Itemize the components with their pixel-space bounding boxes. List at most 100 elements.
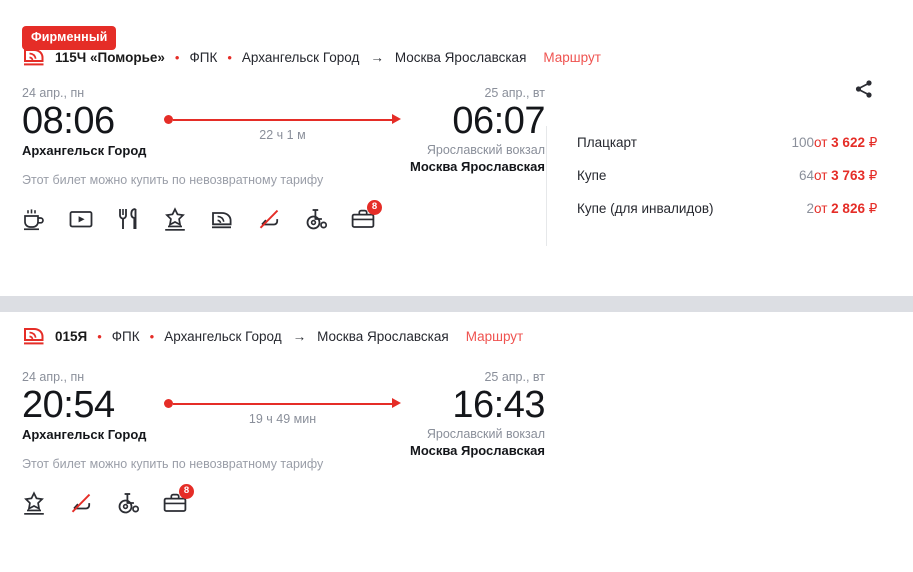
bedding-icon <box>165 206 185 231</box>
price-prefix: от <box>814 167 828 183</box>
currency-symbol: ₽ <box>868 134 878 150</box>
separator-dot: • <box>174 49 180 65</box>
schedule-block: 24 апр., пн 20:54 19 ч 49 мин 25 апр., в… <box>0 342 546 458</box>
price-prefix: от <box>814 134 828 150</box>
amenity-tea[interactable] <box>20 205 48 233</box>
route-line-segment <box>173 118 393 121</box>
price-amount: 3 763 <box>831 167 865 183</box>
video-icon <box>69 210 93 227</box>
currency-symbol: ₽ <box>868 167 878 183</box>
price-value[interactable]: от 2 826 ₽ <box>814 201 913 217</box>
schedule-block: 24 апр., пн 08:06 22 ч 1 м 25 апр., вт 0… <box>0 72 546 174</box>
trip-duration: 19 ч 49 мин <box>248 412 317 426</box>
amenity-video[interactable] <box>67 205 95 233</box>
amenity-luggage[interactable]: 8 <box>349 199 382 233</box>
route-arrowhead-icon <box>392 114 401 124</box>
arrival-station-name: Москва Ярославская <box>410 443 545 459</box>
origin-dot-icon <box>164 115 173 124</box>
amenity-bedding[interactable] <box>161 205 189 233</box>
arrival-station-name: Москва Ярославская <box>410 159 545 175</box>
price-row[interactable]: Купе (для инвалидов) 2 от 2 826 ₽ <box>577 192 913 225</box>
arrival-station-sub: Ярославский вокзал <box>426 426 545 441</box>
arrival-station-block: Ярославский вокзал Москва Ярославская <box>405 426 545 460</box>
train-header: 115Ч «Поморье» • ФПК • Архангельск Город… <box>0 42 913 72</box>
departure-date: 24 апр., пн <box>22 370 85 384</box>
schedule-grid: 24 апр., пн 08:06 22 ч 1 м 25 апр., вт 0… <box>22 86 546 176</box>
train-icon <box>212 211 232 228</box>
amenity-wheelchair[interactable] <box>114 489 142 517</box>
route-arrowhead-icon <box>392 398 401 408</box>
train-logo-icon <box>24 49 44 66</box>
amenity-wheelchair[interactable] <box>302 205 330 233</box>
train-carrier: ФПК <box>189 49 218 65</box>
train-header: 015Я • ФПК • Архангельск Город → Москва … <box>0 312 913 345</box>
route-line-column: 19 ч 49 мин <box>160 370 405 426</box>
card-separator <box>0 296 913 312</box>
train-result-card[interactable]: Фирменный 115Ч «Поморье» • ФПК • Арханге… <box>0 0 913 296</box>
seats-count: 2 <box>806 201 814 216</box>
search-results-page: Фирменный 115Ч «Поморье» • ФПК • Арханге… <box>0 0 913 572</box>
share-button[interactable] <box>853 78 875 100</box>
route-origin: Архангельск Город <box>241 49 360 65</box>
bedding-icon <box>24 490 44 515</box>
price-amount: 3 622 <box>831 134 865 150</box>
amenity-luggage[interactable]: 8 <box>161 483 194 517</box>
seats-count: 100 <box>791 135 814 150</box>
route-line <box>164 114 401 124</box>
restaurant-icon <box>119 207 137 229</box>
seats-count: 64 <box>798 168 814 183</box>
amenity-train[interactable] <box>208 205 236 233</box>
luggage-count-badge: 8 <box>179 483 194 499</box>
arrival-time: 06:07 <box>452 100 545 142</box>
amenity-bedding[interactable] <box>20 489 48 517</box>
class-name: Купе (для инвалидов) <box>577 201 714 216</box>
arrival-time: 16:43 <box>452 384 545 426</box>
arrival-date: 25 апр., вт <box>484 86 545 100</box>
arrival-column: 25 апр., вт 16:43 Ярославский вокзал Мос… <box>405 370 546 460</box>
price-amount: 2 826 <box>831 200 865 216</box>
firmenny-badge: Фирменный <box>22 26 117 50</box>
route-line <box>164 398 401 408</box>
separator-dot: • <box>149 328 155 344</box>
train-result-card[interactable]: 015Я • ФПК • Архангельск Город → Москва … <box>0 312 913 572</box>
departure-time: 20:54 <box>22 384 115 426</box>
route-line-column: 22 ч 1 м <box>160 86 405 142</box>
route-details-link[interactable]: Маршрут <box>543 50 601 65</box>
price-value[interactable]: от 3 622 ₽ <box>814 135 913 151</box>
route-arrow-icon: → <box>370 49 384 65</box>
route-line-segment <box>173 402 393 405</box>
tea-icon <box>24 208 44 230</box>
origin-dot-icon <box>164 399 173 408</box>
arrival-station-block: Ярославский вокзал Москва Ярославская <box>405 142 545 176</box>
arrival-column: 25 апр., вт 06:07 Ярославский вокзал Мос… <box>405 86 546 176</box>
schedule-grid: 24 апр., пн 20:54 19 ч 49 мин 25 апр., в… <box>22 370 546 460</box>
class-name: Плацкарт <box>577 135 637 150</box>
train-number: 115Ч «Поморье» <box>55 49 165 65</box>
arrival-date: 25 апр., вт <box>484 370 545 384</box>
wheelchair-icon <box>118 492 140 513</box>
separator-dot: • <box>227 49 232 65</box>
price-row[interactable]: Плацкарт 100 от 3 622 ₽ <box>577 126 913 159</box>
amenity-no-smoking[interactable] <box>67 489 95 517</box>
price-prefix: от <box>814 200 828 216</box>
arrival-station-sub: Ярославский вокзал <box>426 142 545 157</box>
price-value[interactable]: от 3 763 ₽ <box>814 168 913 184</box>
departure-column: 24 апр., пн 20:54 <box>22 370 160 426</box>
separator-dot: • <box>97 328 102 344</box>
amenity-restaurant[interactable] <box>114 205 142 233</box>
trip-duration: 22 ч 1 м <box>259 128 306 142</box>
luggage-count-badge: 8 <box>367 199 382 215</box>
share-icon <box>855 80 872 98</box>
no-smoking-icon <box>71 493 91 512</box>
amenity-no-smoking[interactable] <box>255 205 283 233</box>
departure-column: 24 апр., пн 08:06 <box>22 86 160 142</box>
no-smoking-icon <box>259 209 279 228</box>
currency-symbol: ₽ <box>868 200 878 216</box>
departure-date: 24 апр., пн <box>22 86 85 100</box>
route-destination: Москва Ярославская <box>394 49 527 65</box>
price-table: Плацкарт 100 от 3 622 ₽ Купе 64 от 3 763… <box>546 126 913 246</box>
amenities-row: 8 <box>0 483 913 517</box>
departure-time: 08:06 <box>22 100 115 142</box>
price-row[interactable]: Купе 64 от 3 763 ₽ <box>577 159 913 192</box>
class-name: Купе <box>577 168 607 183</box>
